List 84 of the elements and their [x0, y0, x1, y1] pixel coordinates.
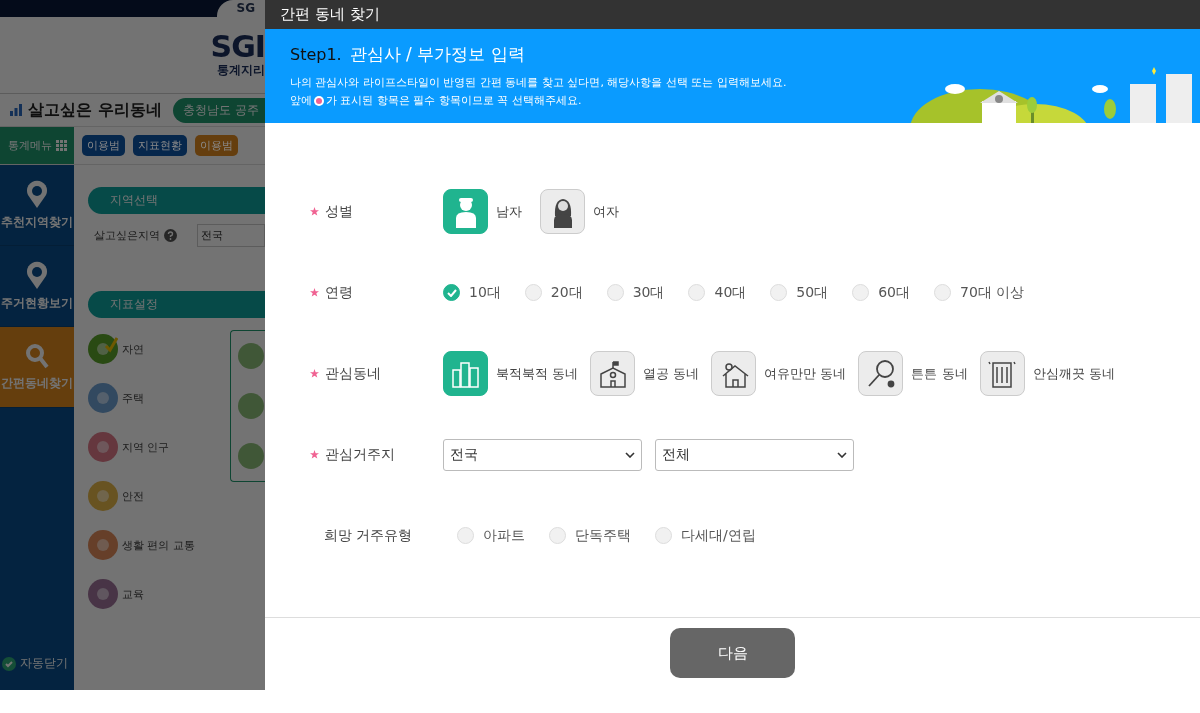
indicator-icon[interactable] — [88, 530, 118, 560]
radio-label[interactable]: 단독주택 — [575, 526, 631, 545]
option-label[interactable]: 열공 동네 — [590, 351, 700, 396]
sub-indicator-icon[interactable] — [238, 393, 264, 419]
option-tile[interactable] — [858, 351, 904, 396]
indicator-icon[interactable] — [88, 579, 118, 609]
field-label: 살고싶은지역 — [94, 228, 160, 243]
indicator-label[interactable]: 지역 인구 — [122, 439, 170, 455]
option-text: 안심깨끗 동네 — [1032, 364, 1115, 383]
field-label: 성별 — [325, 202, 353, 221]
field-label: 연령 — [325, 283, 353, 302]
option-label[interactable]: 남자 — [443, 189, 522, 234]
help-icon[interactable] — [164, 229, 177, 242]
option-tile[interactable] — [443, 351, 488, 396]
field-label: 희망 거주유형 — [324, 526, 413, 545]
buildings-icon — [450, 359, 481, 388]
indicator-label[interactable]: 자연 — [122, 341, 144, 357]
sub-indicator-icon[interactable] — [238, 343, 264, 369]
note-text: 앞에 — [290, 93, 312, 109]
option-label[interactable]: 안심깨끗 동네 — [979, 351, 1115, 396]
bar-chart-icon — [10, 104, 22, 116]
dialog-title: 간편 동네 찾기 — [265, 0, 1200, 29]
radio-label[interactable]: 40대 — [714, 283, 747, 302]
option-tile[interactable] — [979, 351, 1025, 396]
check-icon — [446, 288, 457, 297]
search-pin-icon — [25, 342, 49, 369]
map-pin-icon — [26, 179, 48, 208]
checkbox[interactable] — [2, 656, 16, 671]
chevron-down-icon — [837, 451, 847, 458]
dropdown-field[interactable]: 전체 — [655, 438, 854, 471]
radio-label[interactable]: 10대 — [469, 283, 501, 302]
radio-label[interactable]: 70대 이상 — [959, 283, 1025, 302]
radio-label[interactable]: 50대 — [796, 283, 829, 302]
step-number: Step1. — [290, 45, 342, 64]
indicator-label[interactable]: 안전 — [122, 488, 144, 504]
option-label[interactable]: 여자 — [540, 189, 619, 234]
chevron-down-icon — [625, 451, 635, 458]
school-icon — [597, 359, 628, 388]
dropdown-field[interactable]: 전국 — [443, 438, 642, 471]
indicator-icon[interactable] — [88, 481, 118, 511]
radio-label[interactable]: 20대 — [550, 283, 583, 302]
grid-icon — [55, 140, 67, 151]
filter-chip[interactable]: 지표현황 — [133, 135, 187, 156]
next-button[interactable]: 다음 — [670, 628, 795, 678]
section-header: 지표설정 — [88, 291, 265, 318]
radio-label[interactable]: 아파트 — [483, 526, 525, 545]
auto-close-toggle[interactable]: 자동닫기 — [0, 655, 74, 690]
radio-button[interactable] — [443, 284, 460, 301]
radio-label[interactable]: 30대 — [632, 283, 665, 302]
app-title: 살고싶은 우리동네 — [28, 99, 162, 121]
required-dot-icon — [314, 96, 324, 106]
indicator-label[interactable]: 생활 편의 교통 — [122, 537, 195, 553]
indicator-label[interactable]: 교육 — [122, 586, 144, 602]
option-label[interactable]: 튼튼 동네 — [858, 351, 968, 396]
logo-subtitle: 통계지리 — [217, 61, 265, 79]
option-text: 남자 — [496, 202, 522, 221]
option-label[interactable]: 여유만만 동네 — [711, 351, 847, 396]
field-label: 관심동네 — [325, 364, 381, 383]
region-field[interactable]: 전국 — [197, 224, 265, 247]
field-label: 관심거주지 — [325, 445, 395, 464]
sub-indicator-icon[interactable] — [238, 443, 264, 469]
option-label[interactable]: 북적북적 동네 — [443, 351, 579, 396]
option-text: 열공 동네 — [643, 364, 700, 383]
radio-label[interactable]: 다세대/연립 — [681, 526, 756, 545]
filter-chip[interactable]: 이용범 — [82, 135, 125, 156]
option-text: 여자 — [593, 202, 619, 221]
indicator-icon[interactable] — [88, 383, 118, 413]
radio-label[interactable]: 60대 — [878, 283, 910, 302]
note-text: 가 표시된 항목은 필수 항목이므로 꼭 선택해주세요. — [326, 93, 582, 109]
instruction-text: 나의 관심사와 라이프스타일이 반영된 간편 동네를 찾고 싶다면, 해당사항을 선택 또는 입력해보세요. — [290, 75, 787, 91]
site-logo: SGI — [210, 31, 265, 62]
option-tile[interactable] — [711, 351, 757, 396]
option-tile[interactable] — [590, 351, 636, 396]
option-tile[interactable] — [540, 189, 585, 234]
step-heading: 관심사 / 부가정보 입력 — [349, 43, 525, 66]
option-tile[interactable] — [443, 189, 488, 234]
map-pin-icon — [26, 260, 48, 289]
section-header: 지역선택 — [88, 187, 265, 214]
indicator-icon[interactable] — [88, 432, 118, 462]
indicator-icon[interactable] — [88, 334, 118, 364]
indicator-label[interactable]: 주택 — [122, 390, 144, 406]
option-text: 튼튼 동네 — [911, 364, 968, 383]
option-text: 여유만만 동네 — [764, 364, 847, 383]
option-text: 북적북적 동네 — [496, 364, 579, 383]
